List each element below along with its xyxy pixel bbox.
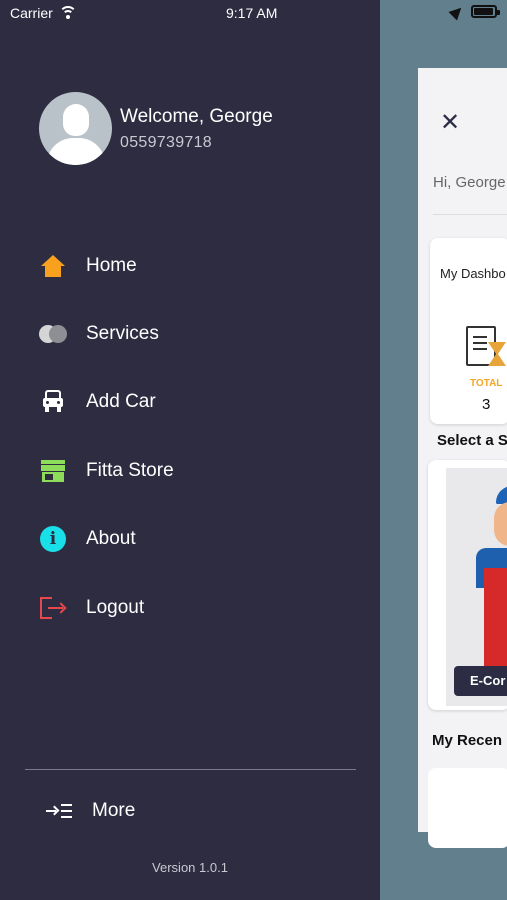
menu-item-add-car[interactable]: Add Car: [36, 382, 156, 422]
more-icon: [46, 803, 72, 819]
menu-item-label: Home: [86, 255, 137, 276]
status-icons-right: [448, 3, 500, 20]
menu-item-label: Add Car: [86, 391, 156, 412]
divider: [433, 214, 507, 215]
recent-heading: My Recen: [432, 732, 503, 749]
logout-icon: [40, 597, 67, 619]
side-drawer: Carrier 9:17 AM Welcome, George 05597397…: [0, 0, 380, 900]
store-icon: [41, 460, 65, 482]
more-button[interactable]: More: [46, 800, 135, 822]
menu-item-label: Logout: [86, 597, 145, 618]
greeting-text: Hi, George: [433, 174, 506, 191]
home-icon: [41, 255, 65, 277]
menu-item-label: Services: [86, 323, 159, 344]
close-icon[interactable]: ✕: [440, 108, 460, 137]
menu-item-logout[interactable]: Logout: [36, 588, 144, 628]
version-text: Version 1.0.1: [152, 860, 228, 875]
menu-item-home[interactable]: Home: [36, 246, 137, 286]
dashboard-title: My Dashbo: [440, 266, 506, 281]
carrier-label: Carrier: [10, 5, 53, 21]
battery-icon: [471, 5, 500, 18]
more-label: More: [92, 800, 136, 821]
avatar[interactable]: [39, 92, 112, 165]
service-card[interactable]: E-Cor: [428, 460, 507, 710]
phone-number: 0559739718: [120, 134, 212, 151]
recent-card[interactable]: [428, 768, 507, 848]
wifi-icon: [58, 6, 77, 20]
dashboard-card[interactable]: My Dashbo TOTAL 3: [430, 238, 507, 424]
total-label: TOTAL: [470, 378, 503, 389]
welcome-text: Welcome, George: [120, 106, 273, 127]
ecommerce-button[interactable]: E-Cor: [454, 666, 507, 696]
select-service-heading: Select a S: [437, 432, 507, 449]
total-count: 3: [482, 396, 491, 413]
car-icon: [43, 390, 63, 414]
services-icon: [39, 325, 67, 343]
menu-item-label: About: [86, 528, 136, 549]
info-icon: i: [40, 526, 66, 552]
status-time: 9:17 AM: [226, 5, 278, 21]
menu-item-about[interactable]: i About: [36, 519, 136, 559]
status-bar-left: Carrier: [10, 5, 77, 21]
drawer-divider: [25, 769, 356, 770]
location-arrow-icon: [448, 3, 466, 20]
background-modal-panel: ✕ Hi, George My Dashbo TOTAL 3 Select a …: [418, 68, 507, 848]
menu-item-fitta-store[interactable]: Fitta Store: [36, 451, 174, 491]
menu-item-services[interactable]: Services: [36, 314, 159, 354]
menu-item-label: Fitta Store: [86, 460, 174, 481]
